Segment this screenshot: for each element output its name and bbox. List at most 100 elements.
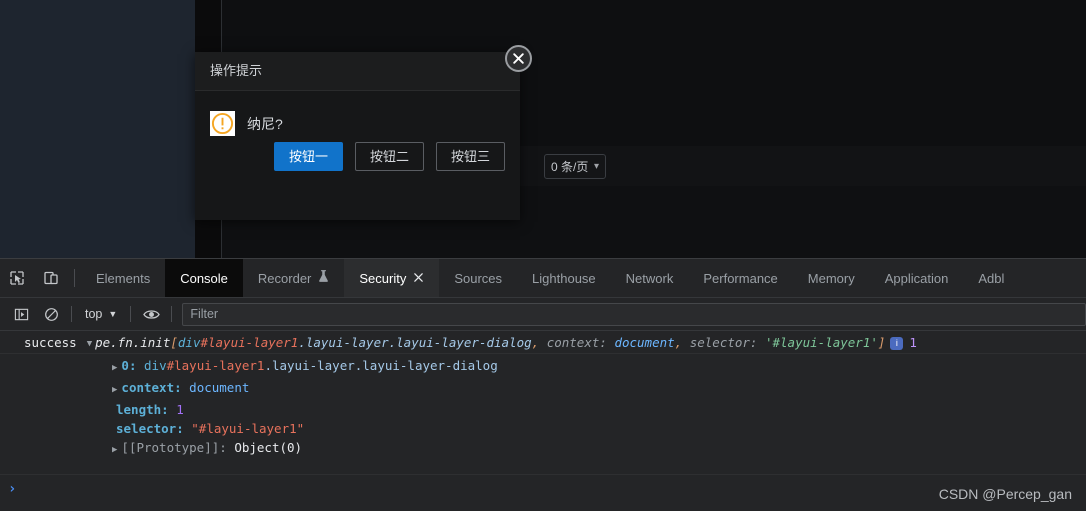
toolbar-divider xyxy=(130,306,131,322)
node-classes: .layui-layer.layui-layer-dialog xyxy=(264,358,497,373)
tree-value: document xyxy=(189,380,249,395)
tab-label: Performance xyxy=(703,271,777,286)
page-size-value: 0 条/页 xyxy=(551,158,588,175)
tree-value: 1 xyxy=(176,402,184,417)
expand-triangle-icon[interactable]: ▶ xyxy=(112,360,117,377)
tab-sources[interactable]: Sources xyxy=(439,259,517,297)
bracket-open: [ xyxy=(170,335,178,350)
dialog-button-3[interactable]: 按钮三 xyxy=(436,142,505,171)
tab-network[interactable]: Network xyxy=(611,259,689,297)
device-toolbar-icon[interactable] xyxy=(34,259,68,297)
context-value: top xyxy=(85,307,102,321)
separator-2: , xyxy=(675,335,690,350)
toolbar-divider xyxy=(171,306,172,322)
dialog-message-row: 纳尼? xyxy=(210,111,283,136)
tab-label: Console xyxy=(180,271,228,286)
console-message-row: success ▼pe.fn.init[div#layui-layer1.lay… xyxy=(0,331,1086,354)
toolbar-divider xyxy=(71,306,72,322)
tab-label: Adbl xyxy=(978,271,1004,286)
tree-row[interactable]: ▶ 0: div#layui-layer1.layui-layer.layui-l… xyxy=(0,356,1086,378)
tab-label: Elements xyxy=(96,271,150,286)
tab-label: Sources xyxy=(454,271,502,286)
console-toolbar: top ▼ Filter xyxy=(0,298,1086,331)
tab-label: Application xyxy=(885,271,949,286)
separator-1: , xyxy=(532,335,547,350)
filter-placeholder: Filter xyxy=(190,307,218,321)
console-filter-input[interactable]: Filter xyxy=(182,303,1086,326)
chevron-down-icon: ▾ xyxy=(594,161,599,172)
dialog-title: 操作提示 xyxy=(195,52,520,91)
key-context: context: xyxy=(547,335,607,350)
close-icon xyxy=(512,52,525,65)
tree-value: Object(0) xyxy=(234,440,302,455)
console-prompt-row[interactable]: › xyxy=(0,474,1086,511)
tab-memory[interactable]: Memory xyxy=(793,259,870,297)
tab-label: Lighthouse xyxy=(532,271,596,286)
prompt-chevron-icon: › xyxy=(8,481,16,497)
dialog-message-text: 纳尼? xyxy=(247,117,283,131)
tab-label: Security xyxy=(359,271,406,286)
tree-key: selector: xyxy=(116,421,184,436)
layui-layer-dialog: 操作提示 纳尼? 按钮一 按钮二 按钮三 xyxy=(195,52,520,220)
live-expression-eye-icon[interactable] xyxy=(136,301,166,327)
tree-key: 0: xyxy=(121,358,136,373)
page-size-select[interactable]: 0 条/页 ▾ xyxy=(544,154,606,179)
dialog-button-1[interactable]: 按钮一 xyxy=(274,142,343,171)
background-web-page: 0 条/页 ▾ xyxy=(0,0,1086,258)
watermark: CSDN @Percep_gan xyxy=(939,486,1072,502)
tree-key: length: xyxy=(116,402,169,417)
dialog-button-2[interactable]: 按钮二 xyxy=(355,142,424,171)
console-message-body[interactable]: ▼pe.fn.init[div#layui-layer1.layui-layer… xyxy=(87,335,917,350)
value-selector: '#layui-layer1' xyxy=(765,335,878,350)
info-icon[interactable]: i xyxy=(890,337,903,350)
tree-key: [[Prototype]]: xyxy=(121,440,226,455)
console-object-tree: ▶ 0: div#layui-layer1.layui-layer.layui-l… xyxy=(0,354,1086,460)
node-id: #layui-layer1 xyxy=(167,358,265,373)
tree-row[interactable]: length: 1 xyxy=(0,400,1086,419)
devtools-tab-bar: Elements Console Recorder Security xyxy=(0,259,1086,298)
dialog-body: 纳尼? 按钮一 按钮二 按钮三 xyxy=(195,91,520,184)
tree-row[interactable]: ▶ context: document xyxy=(0,378,1086,400)
bracket-close: ] xyxy=(878,335,886,350)
tab-security[interactable]: Security xyxy=(344,259,439,297)
node-tag: div xyxy=(178,335,201,350)
console-output: success ▼pe.fn.init[div#layui-layer1.lay… xyxy=(0,331,1086,511)
toolbar-divider xyxy=(74,269,75,287)
tree-value: "#layui-layer1" xyxy=(191,421,304,436)
close-icon[interactable] xyxy=(413,271,424,286)
console-sidebar-icon[interactable] xyxy=(6,301,36,327)
warning-exclamation-icon xyxy=(210,111,235,136)
tab-console[interactable]: Console xyxy=(165,259,243,297)
devtools-panel: Elements Console Recorder Security xyxy=(0,258,1086,511)
tab-recorder[interactable]: Recorder xyxy=(243,259,344,297)
expand-triangle-icon[interactable]: ▶ xyxy=(112,382,117,399)
tab-application[interactable]: Application xyxy=(870,259,964,297)
tree-row[interactable]: ▶ [[Prototype]]: Object(0) xyxy=(0,438,1086,460)
clear-console-icon[interactable] xyxy=(36,301,66,327)
execution-context-select[interactable]: top ▼ xyxy=(77,303,125,325)
tab-adblock[interactable]: Adbl xyxy=(963,259,1019,297)
object-constructor: pe.fn.init xyxy=(95,335,170,350)
node-tag: div xyxy=(144,358,167,373)
tab-label: Recorder xyxy=(258,271,311,286)
expand-triangle-icon[interactable]: ▶ xyxy=(112,442,117,459)
tab-elements[interactable]: Elements xyxy=(81,259,165,297)
tab-performance[interactable]: Performance xyxy=(688,259,792,297)
console-message-label: success xyxy=(8,335,77,350)
dialog-button-row: 按钮一 按钮二 按钮三 xyxy=(195,138,520,184)
tab-lighthouse[interactable]: Lighthouse xyxy=(517,259,611,297)
node-classes: .layui-layer.layui-layer-dialog xyxy=(298,335,531,350)
tree-row[interactable]: selector: "#layui-layer1" xyxy=(0,419,1086,438)
value-context: document xyxy=(614,335,674,350)
key-selector: selector: xyxy=(690,335,758,350)
flask-experiment-icon xyxy=(318,270,329,286)
dialog-close-button[interactable] xyxy=(505,45,532,72)
inspect-element-icon[interactable] xyxy=(0,259,34,297)
tree-key: context: xyxy=(121,380,181,395)
chevron-down-icon: ▼ xyxy=(108,309,117,319)
message-count: 1 xyxy=(909,335,917,350)
expand-triangle-icon[interactable]: ▼ xyxy=(87,339,92,349)
node-id: #layui-layer1 xyxy=(200,335,298,350)
screenshot-root: 0 条/页 ▾ 操作提示 纳尼? xyxy=(0,0,1086,510)
tab-label: Memory xyxy=(808,271,855,286)
